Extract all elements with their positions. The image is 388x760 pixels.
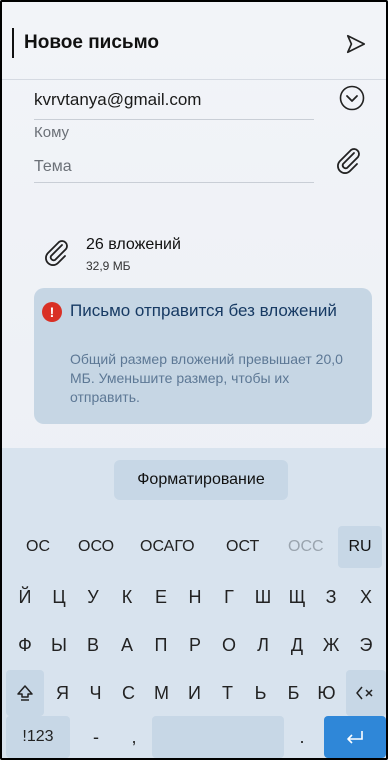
shift-key[interactable]: [6, 670, 44, 716]
warning-title: Письмо отправится без вложений: [70, 301, 337, 320]
chevron-down-circle-icon: [339, 85, 365, 111]
warning-body: Общий размер вложений превышает 20,0 МБ.…: [70, 351, 343, 405]
key[interactable]: Ф: [8, 622, 42, 668]
language-button[interactable]: RU: [338, 526, 382, 568]
key[interactable]: Ц: [42, 574, 76, 620]
key[interactable]: А: [110, 622, 144, 668]
suggestion[interactable]: ОС: [26, 538, 50, 556]
key[interactable]: Ш: [246, 574, 280, 620]
backspace-key[interactable]: [346, 670, 386, 716]
key[interactable]: П: [144, 622, 178, 668]
key[interactable]: Л: [246, 622, 280, 668]
backspace-icon: [356, 686, 373, 700]
attach-button[interactable]: [330, 142, 366, 178]
suggestion-bar: ОС ОСО ОСАГО ОСТ ОСС: [2, 528, 386, 568]
key[interactable]: Щ: [280, 574, 314, 620]
key[interactable]: Й: [8, 574, 42, 620]
key[interactable]: Ь: [244, 670, 277, 716]
expand-recipients-button[interactable]: [336, 82, 368, 114]
page-title: Новое письмо: [24, 32, 160, 53]
key[interactable]: Р: [178, 622, 212, 668]
send-icon: [346, 34, 366, 54]
key-row-3: Я Ч С М И Т Ь Б Ю: [2, 670, 386, 716]
warning-banner: ! Письмо отправится без вложений Общий р…: [34, 288, 372, 424]
space-key[interactable]: [152, 716, 284, 758]
suggestion[interactable]: ОСС: [288, 538, 324, 556]
key[interactable]: Д: [280, 622, 314, 668]
key[interactable]: Т: [211, 670, 244, 716]
attachments-count[interactable]: 26 вложений: [86, 236, 181, 254]
key[interactable]: Г: [212, 574, 246, 620]
screen: Новое письмо kvrvtanya@gmail.com Кому Те…: [0, 0, 388, 760]
attachments-size: 32,9 МБ: [86, 259, 131, 273]
from-divider: [34, 119, 314, 120]
send-button[interactable]: [342, 30, 370, 58]
to-field[interactable]: Кому: [34, 124, 69, 141]
suggestion[interactable]: ОСТ: [226, 538, 259, 556]
formatting-button[interactable]: Форматирование: [114, 460, 288, 500]
enter-icon: [347, 731, 363, 744]
key[interactable]: В: [76, 622, 110, 668]
shift-icon: [17, 685, 33, 701]
key[interactable]: З: [314, 574, 348, 620]
key[interactable]: Ю: [310, 670, 343, 716]
key[interactable]: О: [212, 622, 246, 668]
text-cursor: [12, 28, 14, 58]
key[interactable]: Э: [348, 622, 384, 668]
key[interactable]: Ы: [42, 622, 76, 668]
suggestion[interactable]: ОСО: [78, 538, 114, 556]
subject-field[interactable]: Тема: [34, 158, 72, 176]
key[interactable]: М: [145, 670, 178, 716]
key[interactable]: И: [178, 670, 211, 716]
dash-key[interactable]: -: [76, 716, 116, 758]
key[interactable]: Я: [46, 670, 79, 716]
numbers-key[interactable]: !123: [6, 716, 70, 758]
keyboard: Форматирование ОС ОСО ОСАГО ОСТ ОСС RU Й…: [2, 448, 386, 758]
enter-key[interactable]: [324, 716, 386, 758]
key[interactable]: С: [112, 670, 145, 716]
compose-header: Новое письмо: [2, 2, 386, 80]
key[interactable]: Н: [178, 574, 212, 620]
key[interactable]: У: [76, 574, 110, 620]
key-row-1: Й Ц У К Е Н Г Ш Щ З Х: [2, 574, 386, 620]
key[interactable]: Б: [277, 670, 310, 716]
key[interactable]: Х: [348, 574, 384, 620]
error-icon: !: [42, 302, 62, 322]
period-key[interactable]: .: [284, 716, 320, 758]
key[interactable]: К: [110, 574, 144, 620]
paperclip-icon: [337, 148, 360, 174]
from-field[interactable]: kvrvtanya@gmail.com: [34, 90, 201, 110]
key[interactable]: Ч: [79, 670, 112, 716]
key[interactable]: Ж: [314, 622, 348, 668]
attachments-icon-wrap[interactable]: [38, 234, 74, 270]
key-row-4: !123 - , .: [2, 716, 386, 758]
key[interactable]: Е: [144, 574, 178, 620]
paperclip-icon: [45, 240, 68, 266]
key-row-2: Ф Ы В А П Р О Л Д Ж Э: [2, 622, 386, 668]
suggestion[interactable]: ОСАГО: [140, 538, 195, 556]
subject-divider: [34, 182, 314, 183]
comma-key[interactable]: ,: [116, 716, 152, 758]
